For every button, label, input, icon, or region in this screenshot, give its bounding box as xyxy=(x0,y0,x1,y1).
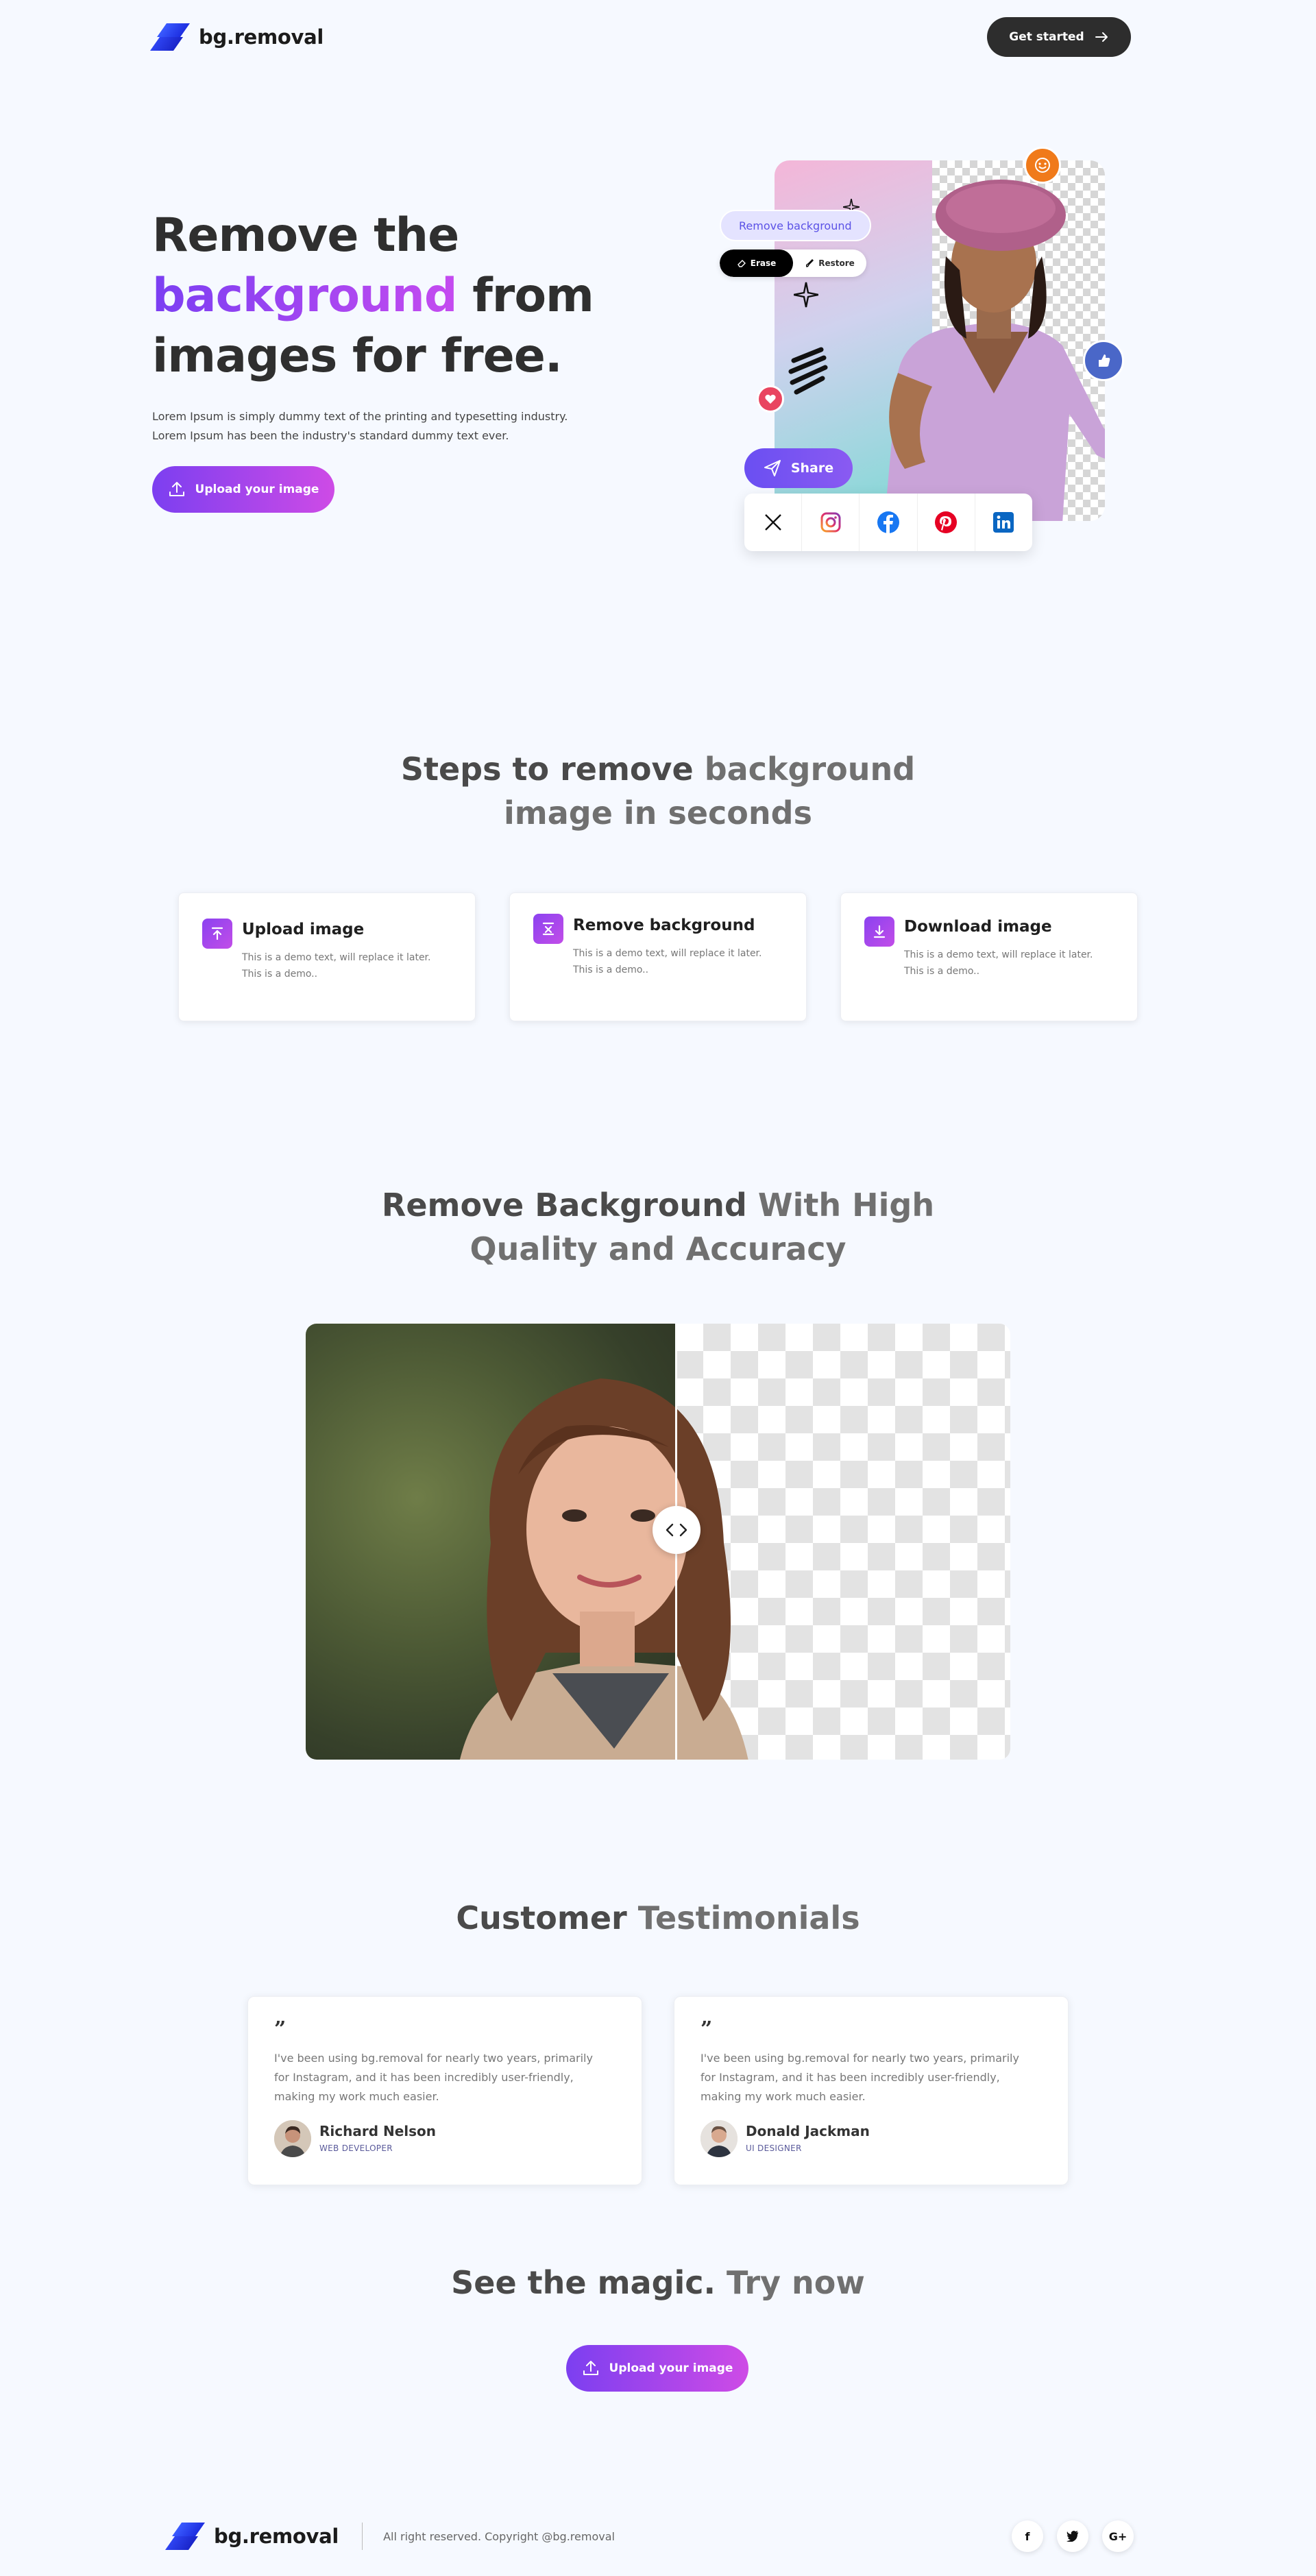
chevron-left-right-icon xyxy=(666,1523,687,1537)
smile-icon xyxy=(1024,147,1061,184)
sparkle-large-icon xyxy=(794,282,818,308)
scribble-icon xyxy=(788,347,828,395)
social-share-bar xyxy=(744,494,1032,551)
top-nav: bg.removal Get started xyxy=(149,15,1131,59)
quality-title-muted: With High xyxy=(757,1187,935,1224)
hero-description: Lorem Ipsum is simply dummy text of the … xyxy=(152,407,591,446)
footer-divider xyxy=(362,2523,363,2550)
testimonial-card: ” I've been using bg.removal for nearly … xyxy=(247,1996,642,2185)
share-button[interactable]: Share xyxy=(744,448,853,488)
step-card-download: Download image This is a demo text, will… xyxy=(840,892,1138,1021)
download-icon xyxy=(864,916,894,947)
restore-tab[interactable]: Restore xyxy=(793,250,866,277)
testimonial-text: I've been using bg.removal for nearly tw… xyxy=(700,2052,1019,2103)
logo-icon xyxy=(149,23,192,51)
cta-upload-button[interactable]: Upload your image xyxy=(566,2345,748,2392)
remove-background-chip[interactable]: Remove background xyxy=(720,210,871,241)
facebook-icon[interactable] xyxy=(860,494,918,551)
hero-title-highlight: background xyxy=(152,269,458,323)
step-title: Download image xyxy=(904,918,1052,936)
quality-title-dark: Remove Background xyxy=(381,1187,758,1224)
footer: bg.removal All right reserved. Copyright… xyxy=(164,2516,1134,2557)
before-after-comparison xyxy=(306,1324,1010,1760)
step-description: This is a demo text, will replace it lat… xyxy=(242,952,431,980)
testimonial-role: WEB DEVELOPER xyxy=(319,2143,393,2153)
testimonials-title-dark: Customer xyxy=(456,1899,638,1936)
testimonials-title-muted: Testimonials xyxy=(637,1899,860,1936)
linkedin-icon[interactable] xyxy=(975,494,1032,551)
cta-title-dark: See the magic. xyxy=(451,2264,727,2301)
woman-illustration xyxy=(884,180,1105,521)
step-description: This is a demo text, will replace it lat… xyxy=(573,948,762,975)
hero-upload-label: Upload your image xyxy=(195,483,319,496)
steps-title-muted: background xyxy=(704,751,916,788)
arrow-right-icon xyxy=(1095,32,1108,42)
woman-portrait xyxy=(460,1378,748,1760)
hero-title-line3: images for free. xyxy=(152,329,563,383)
steps-title: Steps to remove background image in seco… xyxy=(0,747,1316,835)
hero-description-line1: Lorem Ipsum is simply dummy text of the … xyxy=(152,410,568,423)
brand-logo[interactable]: bg.removal xyxy=(149,23,324,51)
step-title: Upload image xyxy=(242,921,365,938)
upload-icon xyxy=(583,2361,598,2375)
copyright-text: All right reserved. Copyright @bg.remova… xyxy=(383,2529,615,2543)
hero-description-line2: Lorem Ipsum has been the industry's stan… xyxy=(152,429,509,442)
footer-socials: f G+ xyxy=(1012,2520,1134,2552)
share-label: Share xyxy=(790,461,834,476)
facebook-icon[interactable]: f xyxy=(1012,2520,1043,2552)
testimonial-role: UI DESIGNER xyxy=(746,2143,802,2153)
hero-title: Remove the background from images for fr… xyxy=(152,206,632,387)
like-icon xyxy=(1083,340,1124,381)
hero-visual: Remove background Erase Restore Share xyxy=(713,144,1152,569)
step-title: Remove background xyxy=(573,916,755,934)
pinterest-icon[interactable] xyxy=(918,494,975,551)
step-card-upload: Upload image This is a demo text, will r… xyxy=(178,892,476,1021)
brand-name: bg.removal xyxy=(199,25,324,49)
avatar xyxy=(274,2120,311,2157)
quality-title-line2: Quality and Accuracy xyxy=(470,1230,846,1267)
testimonial-name: Richard Nelson xyxy=(319,2123,437,2139)
erase-tab[interactable]: Erase xyxy=(720,250,793,277)
twitter-icon[interactable] xyxy=(1057,2520,1088,2552)
upload-icon xyxy=(202,919,232,949)
testimonial-text: I've been using bg.removal for nearly tw… xyxy=(274,2052,593,2103)
step-description: This is a demo text, will replace it lat… xyxy=(904,949,1093,977)
logo-icon xyxy=(164,2523,207,2550)
send-icon xyxy=(764,460,781,476)
google-plus-icon[interactable]: G+ xyxy=(1102,2520,1134,2552)
x-icon[interactable] xyxy=(744,494,803,551)
eraser-icon xyxy=(737,260,746,267)
cta-title: See the magic. Try now xyxy=(0,2261,1316,2305)
quote-icon: ” xyxy=(700,2017,713,2041)
steps-title-dark: Steps to remove xyxy=(400,751,705,788)
footer-brand-name: bg.removal xyxy=(214,2525,339,2548)
step-card-remove: Remove background This is a demo text, w… xyxy=(509,892,807,1021)
comparison-slider-handle[interactable] xyxy=(653,1506,700,1554)
get-started-label: Get started xyxy=(1009,30,1084,44)
heart-icon xyxy=(757,385,784,413)
testimonial-card: ” I've been using bg.removal for nearly … xyxy=(674,1996,1069,2185)
instagram-icon[interactable] xyxy=(802,494,860,551)
quality-title: Remove Background With High Quality and … xyxy=(0,1183,1316,1271)
erase-restore-toggle: Erase Restore xyxy=(720,250,866,277)
footer-logo[interactable]: bg.removal xyxy=(164,2523,339,2550)
get-started-button[interactable]: Get started xyxy=(987,17,1131,57)
cta-upload-label: Upload your image xyxy=(609,2361,733,2375)
avatar xyxy=(700,2120,738,2157)
upload-icon xyxy=(169,482,184,496)
remove-icon xyxy=(533,914,563,944)
testimonial-name: Donald Jackman xyxy=(746,2123,870,2139)
cta-title-muted: Try now xyxy=(727,2264,865,2301)
restore-label: Restore xyxy=(818,258,855,268)
erase-label: Erase xyxy=(750,258,777,268)
steps-title-line2: image in seconds xyxy=(504,794,812,831)
hero-title-line2: from xyxy=(456,269,594,323)
hero-title-line1: Remove the xyxy=(152,208,459,263)
hero-upload-button[interactable]: Upload your image xyxy=(152,466,334,513)
testimonials-title: Customer Testimonials xyxy=(0,1896,1316,1940)
brush-icon xyxy=(806,259,814,267)
quote-icon: ” xyxy=(274,2017,287,2041)
